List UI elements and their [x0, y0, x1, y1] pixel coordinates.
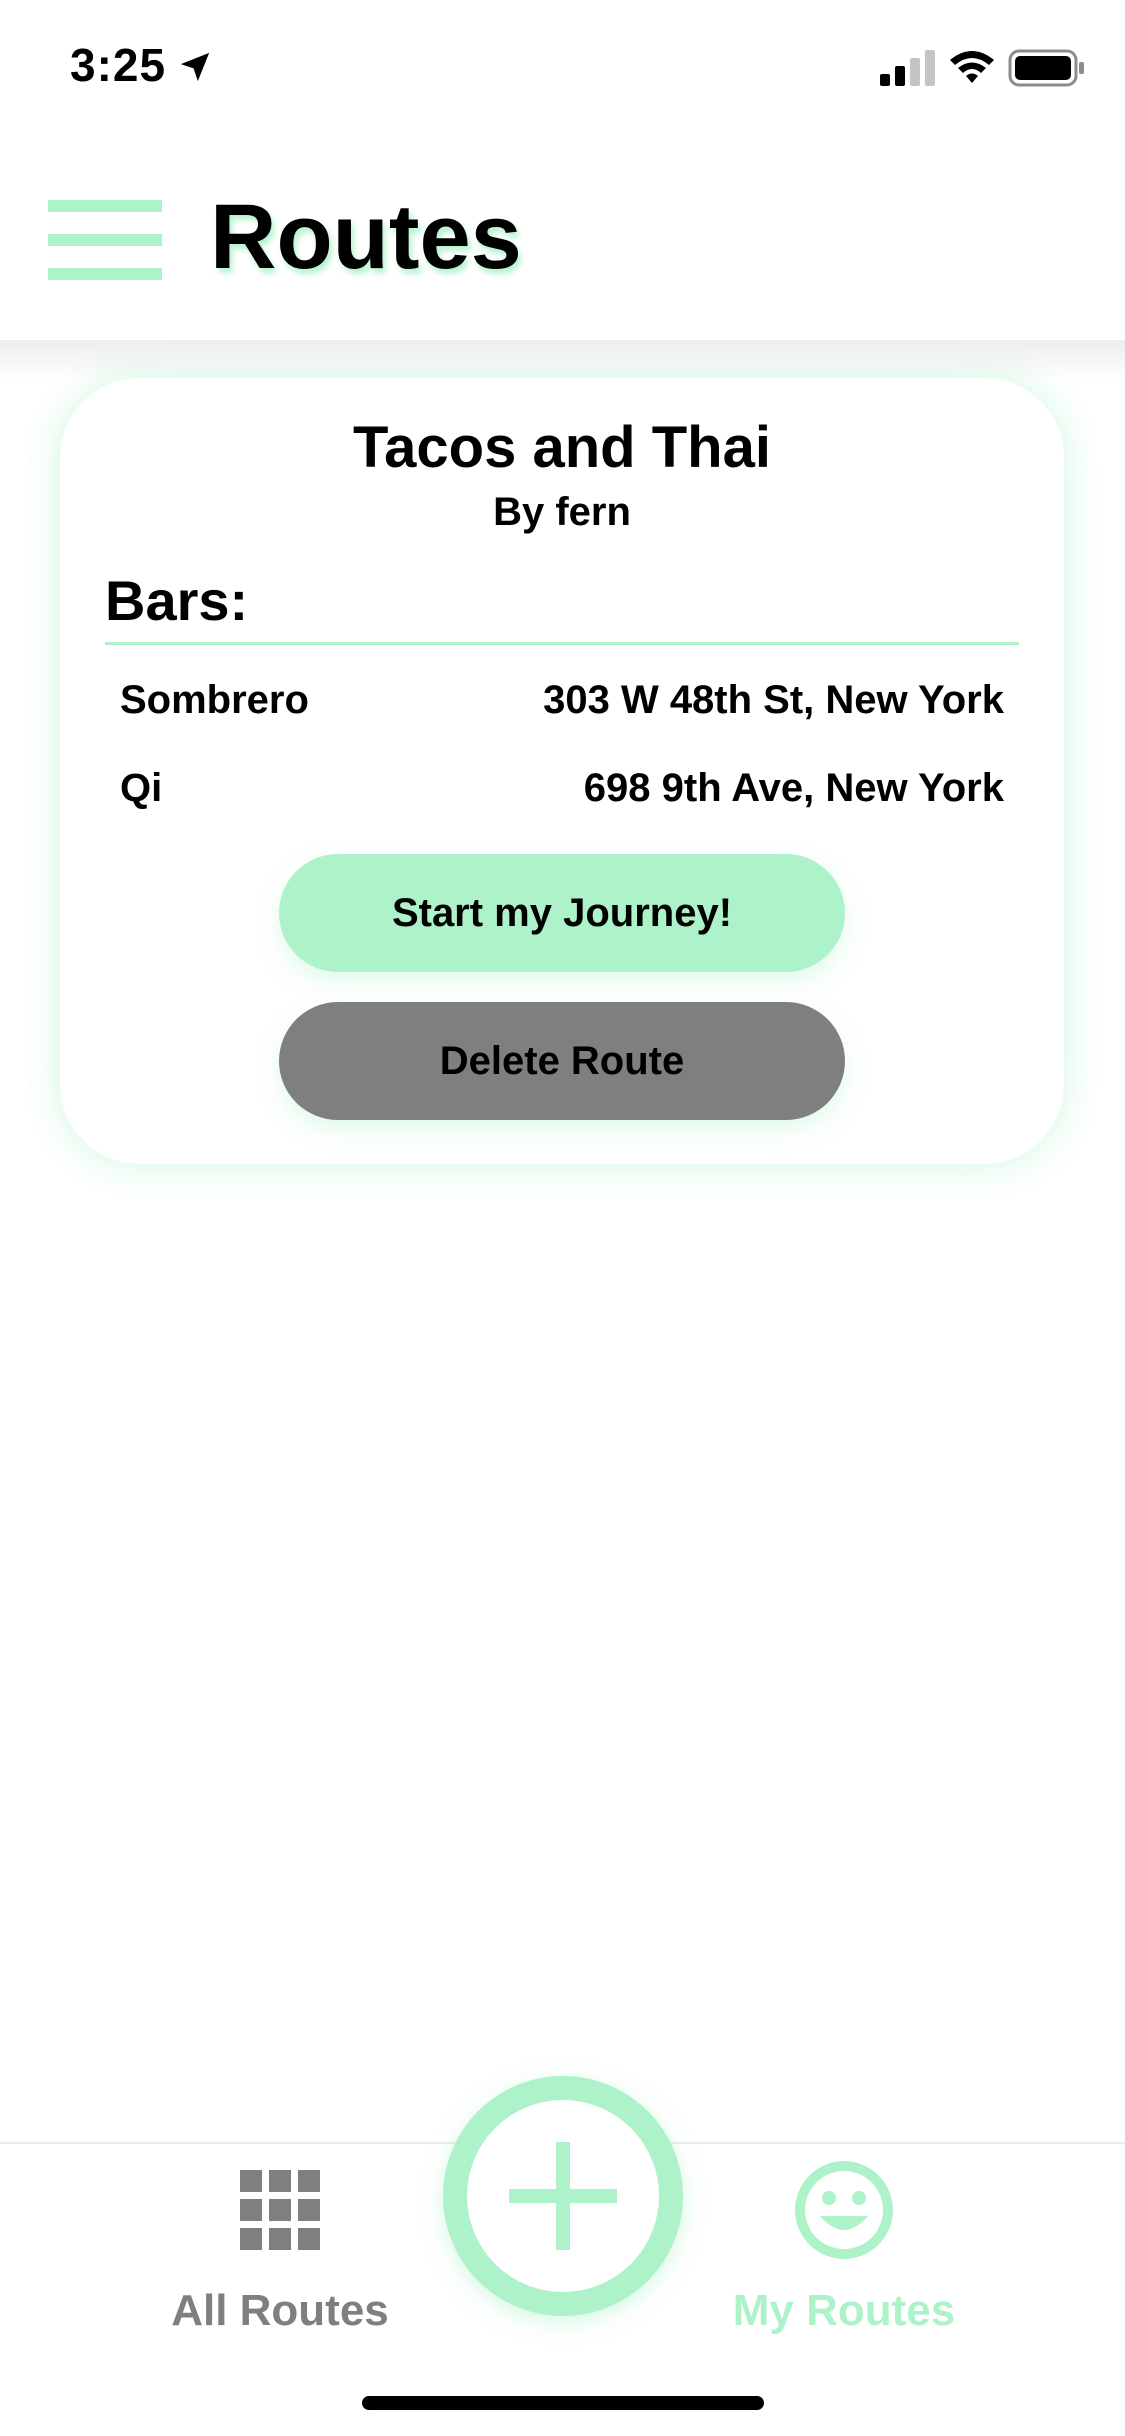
- smiley-face-icon: [795, 2161, 893, 2259]
- location-arrow-icon: [180, 52, 210, 82]
- battery-icon: [1008, 49, 1084, 87]
- grid-icon: [240, 2170, 320, 2250]
- menu-line: [48, 234, 162, 246]
- header-shadow: [0, 340, 1125, 380]
- route-title: Tacos and Thai: [353, 415, 771, 480]
- list-item: Sombrero 303 W 48th St, New York: [120, 678, 1004, 738]
- menu-line: [48, 268, 162, 280]
- route-card: Tacos and Thai By fern Bars: Sombrero 30…: [60, 378, 1064, 1164]
- bars-divider: [105, 642, 1019, 645]
- bar-address: 303 W 48th St, New York: [543, 678, 1004, 722]
- tab-all-routes[interactable]: All Routes: [130, 2160, 430, 2360]
- bars-heading: Bars:: [105, 569, 249, 632]
- route-author: By fern: [493, 490, 631, 534]
- add-route-button[interactable]: [443, 2076, 683, 2316]
- tab-label: All Routes: [171, 2286, 389, 2335]
- bar-address: 698 9th Ave, New York: [583, 766, 1004, 810]
- menu-line: [48, 200, 162, 212]
- bar-name: Qi: [120, 766, 163, 810]
- hamburger-menu-icon[interactable]: [48, 200, 162, 280]
- status-bar: 3:25: [0, 0, 1125, 130]
- header: Routes: [0, 130, 1125, 340]
- tab-my-routes[interactable]: My Routes: [694, 2160, 994, 2360]
- plus-icon: [509, 2142, 617, 2250]
- page-title: Routes: [210, 186, 522, 288]
- home-indicator[interactable]: [362, 2396, 764, 2410]
- delete-route-button[interactable]: Delete Route: [279, 1002, 845, 1120]
- tab-label: My Routes: [732, 2286, 956, 2335]
- bar-name: Sombrero: [120, 678, 309, 722]
- wifi-icon: [950, 51, 994, 83]
- status-time: 3:25: [70, 39, 167, 91]
- start-journey-button[interactable]: Start my Journey!: [279, 854, 845, 972]
- signal-icon: [880, 50, 935, 86]
- list-item: Qi 698 9th Ave, New York: [120, 766, 1004, 826]
